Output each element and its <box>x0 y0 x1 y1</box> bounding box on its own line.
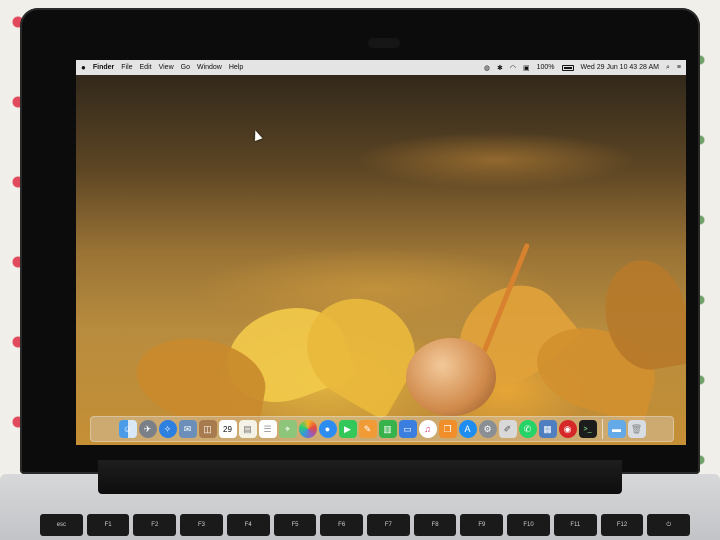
downloads-folder-icon[interactable]: ▬ <box>607 420 626 438</box>
mail-icon[interactable]: ✉ <box>178 420 197 438</box>
reminders-icon[interactable]: ☰ <box>258 420 277 438</box>
wallpaper-leaf <box>288 279 434 421</box>
key-f11[interactable]: F11 <box>553 514 597 536</box>
menu-file[interactable]: File <box>121 64 132 71</box>
key-f8[interactable]: F8 <box>413 514 457 536</box>
notes-icon[interactable]: ▤ <box>238 420 257 438</box>
script-editor-icon[interactable]: ✐ <box>498 420 517 438</box>
key-f9[interactable]: F9 <box>460 514 504 536</box>
key-f2[interactable]: F2 <box>133 514 177 536</box>
battery-percent[interactable]: 100% <box>537 64 555 71</box>
key-f10[interactable]: F10 <box>507 514 550 536</box>
itunes-icon[interactable]: ♫ <box>418 420 437 438</box>
app-store-icon[interactable]: A <box>458 420 477 438</box>
mouse-cursor <box>251 128 263 142</box>
notification-center-icon[interactable]: ≡ <box>677 64 681 71</box>
input-source-icon[interactable]: ▣ <box>523 64 530 72</box>
apple-menu-icon[interactable]: ● <box>81 63 86 72</box>
maps-icon[interactable]: ⌖ <box>278 420 297 438</box>
key-f5[interactable]: F5 <box>273 514 317 536</box>
key-f1[interactable]: F1 <box>86 514 130 536</box>
messages-icon[interactable]: ● <box>318 420 337 438</box>
terminal-icon[interactable]: >_ <box>578 420 597 438</box>
contacts-icon[interactable]: ◫ <box>198 420 217 438</box>
pages-icon[interactable]: ✎ <box>358 420 377 438</box>
key-power[interactable]: ⏻ <box>647 514 691 536</box>
numbers-icon[interactable]: ▥ <box>378 420 397 438</box>
key-f6[interactable]: F6 <box>320 514 364 536</box>
facetime-icon[interactable]: ▶ <box>338 420 357 438</box>
function-key-row: esc F1 F2 F3 F4 F5 F6 F7 F8 F9 F10 F11 F… <box>40 514 691 536</box>
system-preferences-icon[interactable]: ⚙ <box>478 420 497 438</box>
antivirus-icon[interactable]: ◉ <box>558 420 577 438</box>
remote-desktop-icon[interactable]: ▦ <box>538 420 557 438</box>
laptop-lid: ● Finder File Edit View Go Window Help ◍… <box>20 8 700 474</box>
key-f4[interactable]: F4 <box>226 514 270 536</box>
finder-icon[interactable]: ☺ <box>118 420 137 438</box>
bluetooth-icon[interactable]: ✱ <box>497 64 503 72</box>
whatsapp-icon[interactable]: ✆ <box>518 420 537 438</box>
battery-icon[interactable] <box>561 64 574 71</box>
menu-view[interactable]: View <box>159 64 174 71</box>
dock: ☺ ✈ ✧ ✉ ◫ 29 ▤ ☰ ⌖ ● ▶ ✎ ▥ ▭ ♫ ❐ A ⚙ ✐ ✆… <box>90 416 674 442</box>
calendar-day: 29 <box>223 424 232 434</box>
key-f3[interactable]: F3 <box>180 514 223 536</box>
key-esc[interactable]: esc <box>40 514 83 536</box>
key-f12[interactable]: F12 <box>600 514 644 536</box>
menu-window[interactable]: Window <box>197 64 222 71</box>
ibooks-icon[interactable]: ❐ <box>438 420 457 438</box>
menu-edit[interactable]: Edit <box>140 64 152 71</box>
laptop-hinge <box>98 460 622 494</box>
wallpaper-fruit <box>406 338 496 416</box>
calendar-icon[interactable]: 29 <box>218 420 237 438</box>
dock-separator <box>601 419 603 439</box>
spotlight-search-icon[interactable]: ⌕ <box>666 64 670 72</box>
photos-icon[interactable] <box>298 420 317 438</box>
launchpad-icon[interactable]: ✈ <box>138 420 157 438</box>
status-app-icon[interactable]: ◍ <box>484 64 490 72</box>
menu-bar-status: ◍ ✱ ◠ ▣ 100% Wed 29 Jun 10 43 28 AM ⌕ ≡ <box>484 64 681 72</box>
desktop-screen[interactable]: ● Finder File Edit View Go Window Help ◍… <box>76 60 686 445</box>
menu-app-name[interactable]: Finder <box>93 64 114 71</box>
safari-icon[interactable]: ✧ <box>158 420 177 438</box>
camera <box>368 38 400 48</box>
menu-bar-left: ● Finder File Edit View Go Window Help <box>81 63 243 72</box>
menu-clock[interactable]: Wed 29 Jun 10 43 28 AM <box>581 64 659 71</box>
menu-go[interactable]: Go <box>181 64 190 71</box>
menu-help[interactable]: Help <box>229 64 243 71</box>
wifi-icon[interactable]: ◠ <box>510 64 516 72</box>
keynote-icon[interactable]: ▭ <box>398 420 417 438</box>
key-f7[interactable]: F7 <box>367 514 410 536</box>
trash-icon[interactable]: 🗑 <box>627 420 646 438</box>
menu-bar: ● Finder File Edit View Go Window Help ◍… <box>76 60 686 75</box>
